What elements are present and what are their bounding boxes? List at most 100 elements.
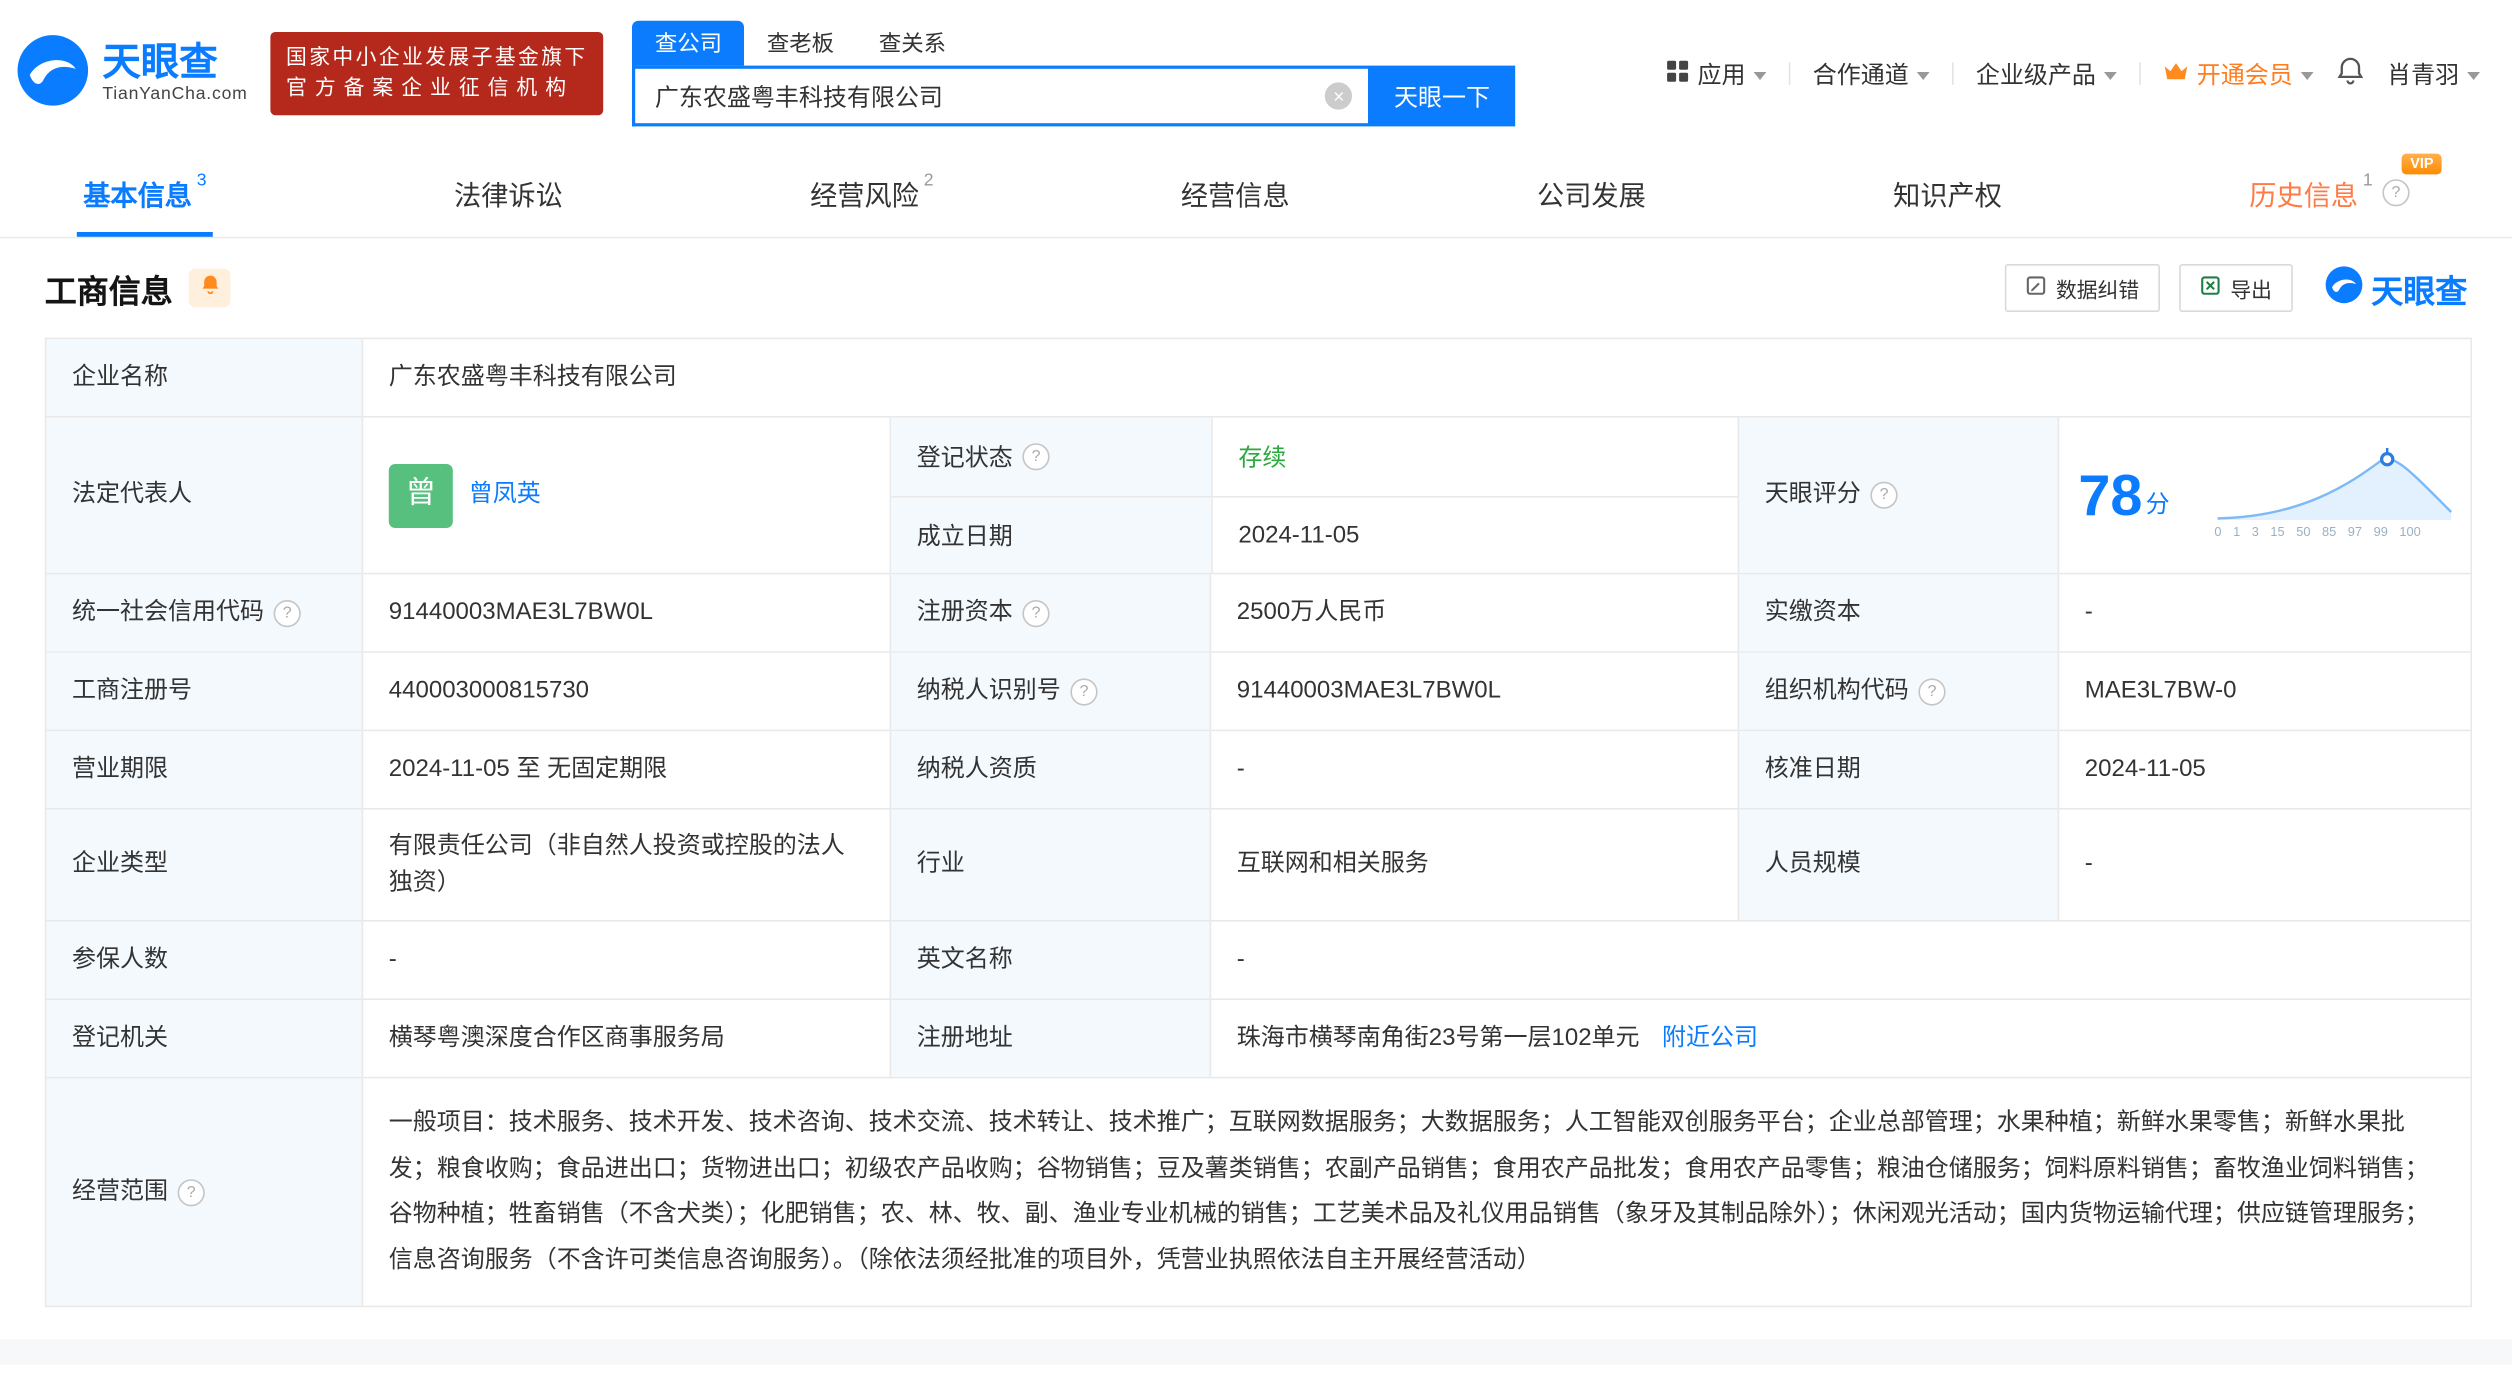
uscc-value: 91440003MAE3L7BW0L (361, 574, 890, 652)
tab-operating-risk[interactable]: 经营风险 2 (804, 147, 940, 237)
uscc-label: 统一社会信用代码 (72, 598, 265, 626)
legal-rep-avatar[interactable]: 曾 (388, 463, 453, 528)
tab-intellectual-property-label: 知识产权 (1893, 180, 2002, 211)
staff-size-value: - (2057, 809, 2474, 920)
notifications-bell[interactable] (2336, 56, 2365, 91)
user-name: 肖青羽 (2387, 61, 2460, 89)
divider (2139, 62, 2141, 85)
search-tab-relation[interactable]: 查关系 (856, 21, 968, 66)
tab-operating-risk-count: 2 (923, 171, 934, 191)
search-input-box: × (632, 65, 1369, 127)
tab-operating-info[interactable]: 经营信息 (1174, 147, 1296, 237)
data-correction-button[interactable]: 数据纠错 (2004, 264, 2160, 312)
reg-capital-label: 注册资本 (916, 598, 1013, 626)
help-icon[interactable]: ? (273, 599, 301, 627)
help-icon[interactable]: ? (1870, 481, 1898, 509)
vip-badge: VIP (2402, 153, 2442, 175)
header-nav: 应用 合作通道 企业级产品 开通会员 肖青羽 (1665, 56, 2480, 91)
org-code-value: MAE3L7BW-0 (2057, 652, 2474, 730)
search-tab-boss[interactable]: 查老板 (744, 21, 856, 66)
bell-icon (199, 274, 220, 303)
business-scope-value: 一般项目：技术服务、技术开发、技术咨询、技术交流、技术转让、技术推广；互联网数据… (361, 1078, 2474, 1306)
tab-basic-info-label: 基本信息 (83, 180, 192, 211)
chevron-down-icon (1916, 71, 1930, 80)
logo-text: 天眼查 TianYanCha.com (102, 41, 247, 104)
export-button[interactable]: 导出 (2179, 264, 2293, 312)
reg-status-value: 存续 (1211, 417, 1739, 496)
score-unit: 分 (2145, 491, 2170, 519)
nav-cooperation[interactable]: 合作通道 (1813, 57, 1930, 91)
clear-icon[interactable]: × (1325, 82, 1353, 110)
tianyancha-logo-icon (2325, 265, 2363, 311)
registration-authority-value: 横琴粤澳深度合作区商事服务局 (361, 1000, 890, 1077)
help-icon[interactable]: ? (2382, 178, 2410, 206)
help-icon[interactable]: ? (177, 1178, 205, 1206)
nav-open-membership[interactable]: 开通会员 (2163, 57, 2314, 91)
taxpayer-qualification-label: 纳税人资质 (889, 731, 1210, 808)
chevron-down-icon (2103, 71, 2117, 80)
section-title: 工商信息 (44, 274, 173, 310)
cert-badge-line2: 官方备案企业征信机构 (286, 75, 575, 100)
company-type-label: 企业类型 (46, 809, 362, 920)
registration-authority-label: 登记机关 (46, 1000, 362, 1077)
nav-apps-label: 应用 (1697, 61, 1746, 89)
reg-status-label: 登记状态 (916, 444, 1013, 472)
company-name-label: 企业名称 (46, 339, 362, 416)
org-code-label: 组织机构代码 (1764, 676, 1909, 704)
table-row: 经营范围 ? 一般项目：技术服务、技术开发、技术咨询、技术交流、技术转让、技术推… (46, 1076, 2471, 1306)
nav-enterprise-products[interactable]: 企业级产品 (1976, 57, 2117, 91)
tab-history-info[interactable]: VIP 历史信息 1 ? (2243, 147, 2442, 237)
search-button[interactable]: 天眼一下 (1368, 65, 1516, 127)
company-type-value: 有限责任公司（非自然人投资或控股的法人独资） (361, 809, 890, 920)
paid-capital-label: 实缴资本 (1737, 574, 2058, 652)
tab-legal-proceedings-label: 法律诉讼 (453, 180, 563, 211)
tab-legal-proceedings[interactable]: 法律诉讼 (448, 147, 570, 237)
business-term-value: 2024-11-05 至 无固定期限 (361, 731, 890, 808)
table-row: 登记机关 横琴粤澳深度合作区商事服务局 注册地址 珠海市横琴南角街23号第一层1… (46, 998, 2471, 1077)
tab-basic-info[interactable]: 基本信息 3 (76, 147, 213, 237)
taxpayer-id-label: 纳税人识别号 (916, 676, 1061, 704)
monitor-bell-button[interactable] (188, 268, 231, 308)
score-number: 78 (2078, 461, 2143, 528)
edit-document-icon (2026, 275, 2047, 301)
taxpayer-qualification-value: - (1209, 731, 1738, 808)
search-tab-company[interactable]: 查公司 (632, 20, 745, 66)
reg-capital-label-cell: 注册资本 ? (889, 574, 1210, 652)
help-icon[interactable]: ? (1070, 677, 1098, 705)
uscc-label-cell: 统一社会信用代码 ? (46, 574, 362, 652)
cert-badge: 国家中小企业发展子基金旗下 官方备案企业征信机构 (270, 32, 604, 115)
nearby-companies-link[interactable]: 附近公司 (1662, 1020, 1758, 1056)
tab-intellectual-property[interactable]: 知识产权 (1887, 147, 2009, 237)
approval-date-value: 2024-11-05 (2057, 731, 2474, 808)
search-input[interactable] (632, 65, 1369, 127)
score-value: 78 分 (2078, 466, 2169, 524)
score-label: 天眼评分 (1764, 480, 1861, 508)
tab-history-info-label: 历史信息 (2249, 180, 2359, 211)
tianyancha-logo[interactable]: 天眼查 TianYanCha.com (16, 33, 248, 115)
english-name-label: 英文名称 (889, 921, 1210, 999)
user-menu[interactable]: 肖青羽 (2387, 57, 2480, 91)
business-scope-label: 经营范围 (72, 1177, 169, 1205)
legal-rep-link[interactable]: 曾凤英 (469, 477, 541, 513)
registered-address-value: 珠海市横琴南角街23号第一层102单元 (1236, 1023, 1640, 1051)
chevron-down-icon (2300, 71, 2314, 80)
score-cell: 78 分 0 1 3 15 50 85 97 99 100 (2057, 417, 2474, 573)
help-icon[interactable]: ? (1022, 442, 1050, 470)
establish-date-value: 2024-11-05 (1211, 495, 1740, 573)
page: 天眼查 TianYanCha.com 国家中小企业发展子基金旗下 官方备案企业征… (0, 0, 2512, 1378)
status-establish-subgrid: 登记状态 ? 存续 成立日期 2024-11-05 (889, 417, 1740, 573)
nav-enterprise-products-label: 企业级产品 (1975, 61, 2096, 89)
taxpayer-id-label-cell: 纳税人识别号 ? (889, 652, 1210, 730)
nav-apps[interactable]: 应用 (1665, 57, 1767, 91)
crown-icon (2163, 60, 2189, 87)
help-icon[interactable]: ? (1022, 599, 1050, 627)
establish-date-label: 成立日期 (891, 495, 1212, 573)
tianyancha-watermark: 天眼查 (2325, 265, 2467, 311)
registered-address-label: 注册地址 (889, 1000, 1210, 1077)
nav-open-membership-label: 开通会员 (2196, 61, 2293, 89)
section-header: 工商信息 数据纠错 导出 天眼查 (0, 238, 2512, 331)
tab-company-development[interactable]: 公司发展 (1531, 147, 1653, 237)
help-icon[interactable]: ? (1918, 677, 1946, 705)
score-axis-labels: 0 1 3 15 50 85 97 99 100 (2214, 524, 2421, 540)
search-area: 查公司 查老板 查关系 × 天眼一下 (632, 20, 1516, 127)
